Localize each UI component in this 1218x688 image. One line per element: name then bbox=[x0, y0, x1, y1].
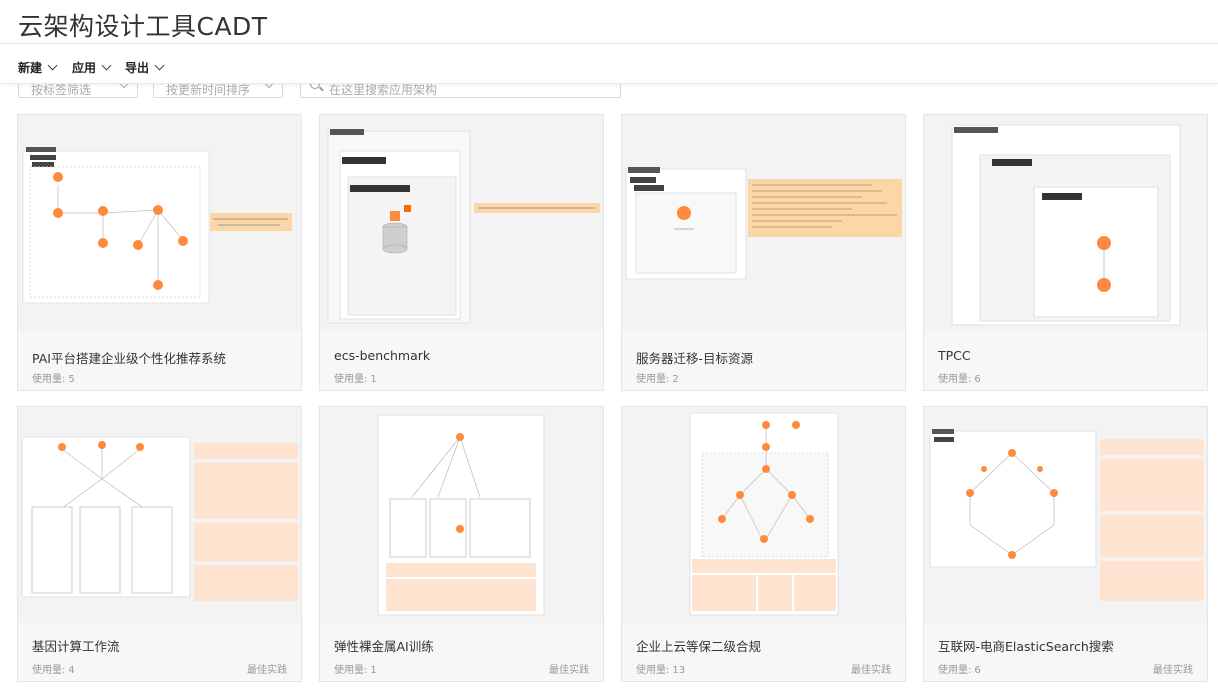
card-usage: 使用量: 4 bbox=[32, 661, 75, 676]
card-title: PAI平台搭建企业级个性化推荐系统 bbox=[32, 351, 226, 366]
best-practice-tag: 最佳实践 bbox=[1153, 665, 1193, 676]
tag-filter-placeholder: 按标签筛选 bbox=[31, 83, 92, 97]
template-card[interactable]: PAI平台搭建企业级个性化推荐系统 使用量: 5 bbox=[17, 114, 302, 391]
card-usage: 使用量: 6 bbox=[938, 370, 981, 385]
architecture-diagram bbox=[21, 436, 298, 601]
card-thumbnail bbox=[320, 115, 603, 331]
card-usage: 使用量: 1 bbox=[334, 661, 377, 676]
usage-count: 13 bbox=[672, 665, 686, 676]
template-card[interactable]: 弹性裸金属AI训练 使用量: 1 最佳实践 bbox=[319, 406, 604, 682]
card-usage: 使用量: 5 bbox=[32, 370, 75, 385]
card-thumbnail bbox=[924, 115, 1207, 331]
usage-count: 6 bbox=[974, 665, 981, 676]
usage-count: 5 bbox=[68, 374, 75, 385]
card-title: 服务器迁移-目标资源 bbox=[636, 351, 754, 366]
chevron-down-icon bbox=[154, 60, 165, 71]
card-usage: 使用量: 6 bbox=[938, 661, 981, 676]
card-thumbnail bbox=[622, 115, 905, 331]
menu-export[interactable]: 导出 bbox=[125, 59, 165, 76]
chevron-down-icon bbox=[47, 60, 58, 71]
template-card[interactable]: 互联网-电商ElasticSearch搜索 使用量: 6 最佳实践 bbox=[923, 406, 1208, 682]
template-card[interactable]: 基因计算工作流 使用量: 4 最佳实践 bbox=[17, 406, 302, 682]
best-practice-tag: 最佳实践 bbox=[549, 665, 589, 676]
template-grid: PAI平台搭建企业级个性化推荐系统 使用量: 5 ecs-benchmark 使… bbox=[0, 84, 1218, 688]
card-thumbnail bbox=[924, 407, 1207, 623]
header: 云架构设计工具CADT bbox=[0, 0, 1218, 44]
usage-label: 使用量: bbox=[636, 665, 670, 676]
chevron-down-icon bbox=[101, 60, 112, 71]
usage-label: 使用量: bbox=[32, 665, 66, 676]
menu-app-label: 应用 bbox=[72, 61, 97, 75]
card-title: ecs-benchmark bbox=[334, 348, 431, 363]
best-practice-tag: 最佳实践 bbox=[247, 665, 287, 676]
app-root: 云架构设计工具CADT 新建 应用 导出 按标签筛选 按更新时间排序 在这里搜索… bbox=[0, 0, 1218, 688]
template-card[interactable]: ecs-benchmark 使用量: 1 bbox=[319, 114, 604, 391]
card-usage: 使用量: 13 bbox=[636, 661, 685, 676]
menu-new[interactable]: 新建 bbox=[18, 59, 58, 76]
architecture-diagram bbox=[929, 429, 1204, 601]
usage-count: 2 bbox=[672, 374, 679, 385]
search-placeholder: 在这里搜索应用架构 bbox=[329, 83, 438, 97]
card-thumbnail bbox=[320, 407, 603, 623]
architecture-diagram bbox=[327, 129, 600, 324]
usage-count: 6 bbox=[974, 374, 981, 385]
architecture-diagram bbox=[951, 124, 1181, 326]
usage-count: 4 bbox=[68, 665, 75, 676]
usage-label: 使用量: bbox=[938, 665, 972, 676]
card-title: 企业上云等保二级合规 bbox=[636, 639, 762, 654]
card-thumbnail bbox=[18, 115, 301, 331]
card-usage: 使用量: 1 bbox=[334, 370, 377, 385]
menubar: 新建 应用 导出 bbox=[0, 44, 1218, 84]
architecture-diagram bbox=[377, 414, 545, 616]
usage-label: 使用量: bbox=[334, 374, 368, 385]
template-card[interactable]: TPCC 使用量: 6 bbox=[923, 114, 1208, 391]
best-practice-tag: 最佳实践 bbox=[851, 665, 891, 676]
usage-label: 使用量: bbox=[334, 665, 368, 676]
card-title: TPCC bbox=[938, 348, 971, 363]
usage-label: 使用量: bbox=[32, 374, 66, 385]
menu-export-label: 导出 bbox=[125, 61, 150, 75]
card-usage: 使用量: 2 bbox=[636, 370, 679, 385]
usage-count: 1 bbox=[370, 374, 377, 385]
usage-label: 使用量: bbox=[636, 374, 670, 385]
card-title: 基因计算工作流 bbox=[32, 639, 120, 654]
architecture-diagram bbox=[22, 147, 292, 304]
card-title: 互联网-电商ElasticSearch搜索 bbox=[938, 639, 1114, 654]
menu-app[interactable]: 应用 bbox=[72, 59, 112, 76]
card-title: 弹性裸金属AI训练 bbox=[334, 639, 434, 654]
card-thumbnail bbox=[18, 407, 301, 623]
template-card[interactable]: 企业上云等保二级合规 使用量: 13 最佳实践 bbox=[621, 406, 906, 682]
sort-placeholder: 按更新时间排序 bbox=[166, 83, 251, 97]
template-card[interactable]: 服务器迁移-目标资源 使用量: 2 bbox=[621, 114, 906, 391]
menu-new-label: 新建 bbox=[18, 61, 43, 75]
app-title: 云架构设计工具CADT bbox=[18, 12, 268, 41]
usage-label: 使用量: bbox=[938, 374, 972, 385]
usage-count: 1 bbox=[370, 665, 377, 676]
architecture-diagram bbox=[625, 167, 902, 280]
architecture-diagram bbox=[689, 412, 839, 616]
card-thumbnail bbox=[622, 407, 905, 623]
